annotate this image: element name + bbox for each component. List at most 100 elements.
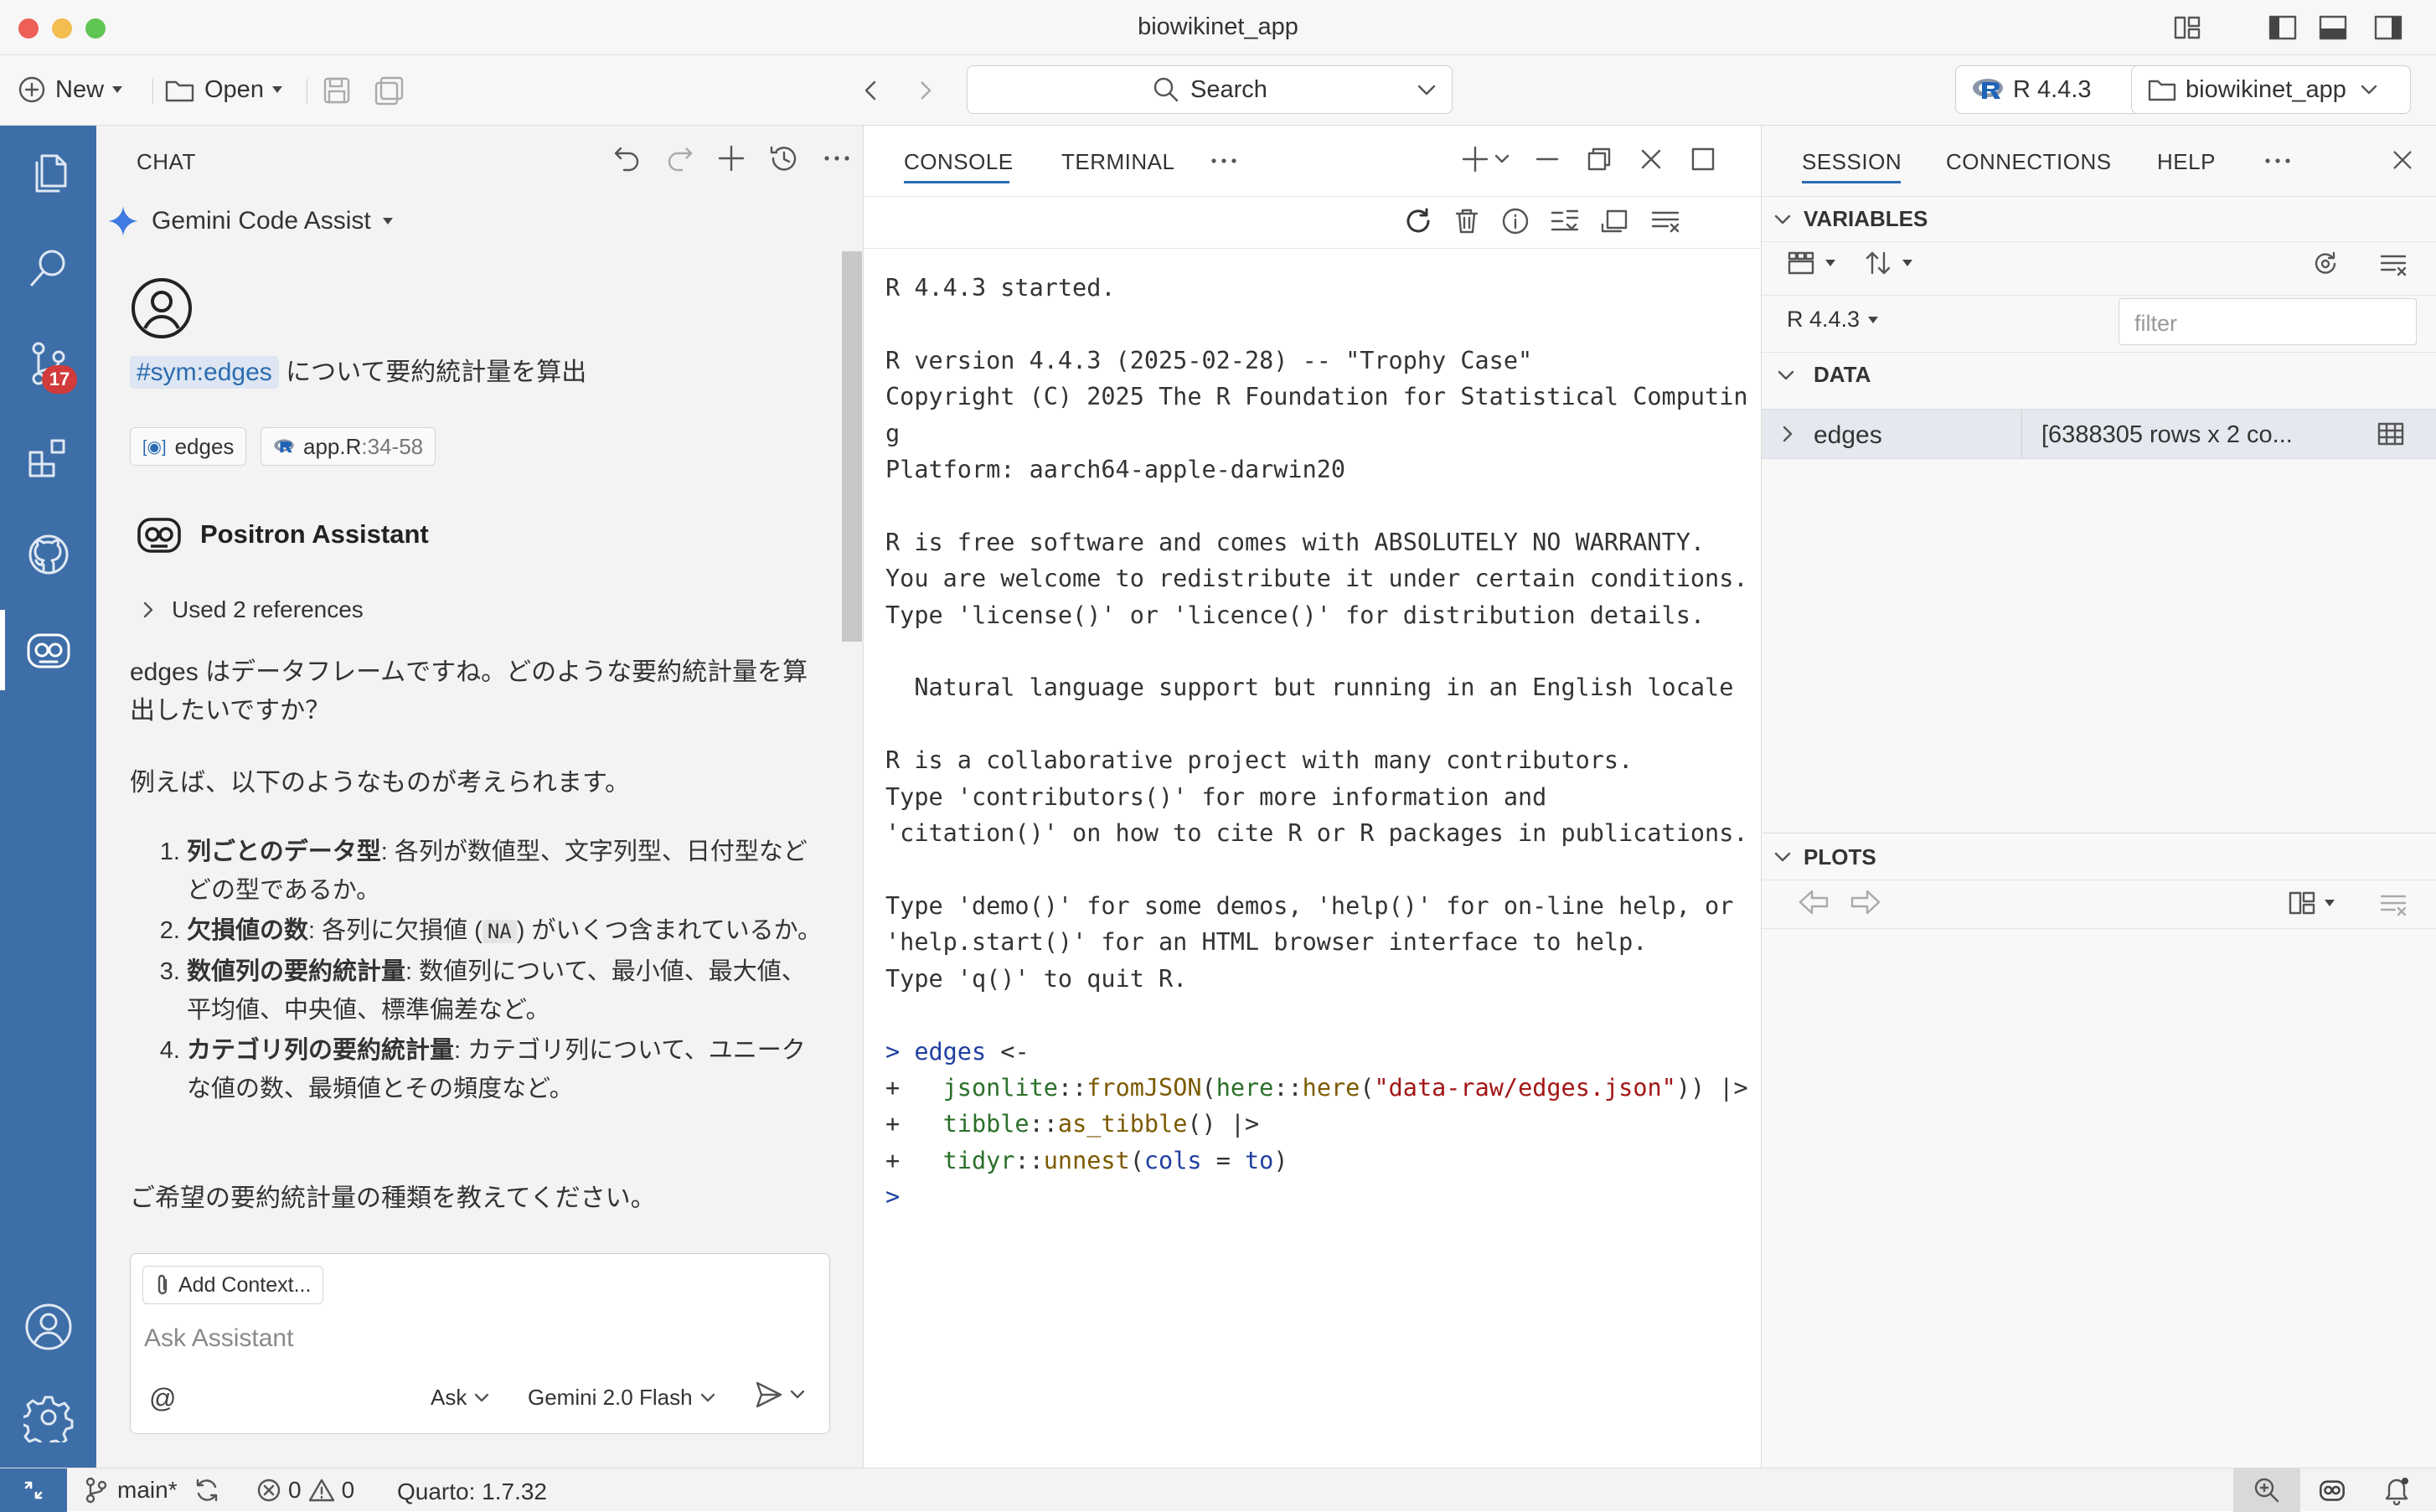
send-button[interactable] xyxy=(754,1380,806,1410)
add-context-button[interactable]: Add Context... xyxy=(142,1266,324,1304)
tab-console[interactable]: CONSOLE xyxy=(904,149,1014,175)
view-data-table-icon[interactable] xyxy=(2377,421,2405,446)
assistant-status-icon[interactable] xyxy=(2317,1477,2347,1504)
save-all-icon[interactable] xyxy=(374,75,405,106)
refresh-icon[interactable] xyxy=(2311,250,2340,278)
provider-selector[interactable]: Gemini Code Assist xyxy=(106,204,393,238)
clear-plots-icon[interactable] xyxy=(2378,890,2408,916)
model-selector[interactable]: Gemini 2.0 Flash xyxy=(528,1385,716,1411)
remote-indicator[interactable] xyxy=(0,1468,67,1512)
restore-icon[interactable] xyxy=(1584,144,1614,174)
redo-icon[interactable] xyxy=(664,143,694,173)
new-console-button[interactable] xyxy=(1460,144,1510,174)
remote-icon xyxy=(24,1481,43,1499)
r-interpreter-button[interactable]: R 4.4.3 xyxy=(1955,65,2141,114)
clear-variables-icon[interactable] xyxy=(2378,250,2408,278)
tab-session[interactable]: SESSION xyxy=(1802,149,1902,175)
mention-button[interactable]: @ xyxy=(149,1383,176,1414)
more-icon[interactable] xyxy=(2263,146,2293,176)
notifications-bell-icon[interactable] xyxy=(2382,1475,2411,1505)
next-plot-icon[interactable] xyxy=(1849,888,1882,916)
new-chat-plus-icon[interactable] xyxy=(716,143,746,173)
customize-layout-icon[interactable] xyxy=(2171,12,2203,44)
chevron-down-icon xyxy=(2325,900,2335,906)
group-by-button[interactable] xyxy=(1787,250,1835,276)
history-icon[interactable] xyxy=(768,142,800,174)
data-group-header[interactable]: DATA xyxy=(1777,362,1871,388)
restart-icon[interactable] xyxy=(1403,206,1433,236)
forward-icon[interactable] xyxy=(911,77,938,104)
layout-icon xyxy=(2289,891,2315,915)
search-icon[interactable] xyxy=(0,228,96,308)
quarto-version[interactable]: Quarto: 1.7.32 xyxy=(397,1478,547,1505)
command-search-box[interactable]: Search xyxy=(967,65,1453,114)
console-toolbar xyxy=(1403,206,1681,236)
clear-console-icon[interactable] xyxy=(1649,206,1681,236)
toolbar: New Open Search R 4.4.3 biowikinet_app xyxy=(0,55,2436,126)
variables-filter-input[interactable]: filter xyxy=(2119,298,2417,345)
project-button[interactable]: biowikinet_app xyxy=(2131,65,2411,114)
more-icon[interactable] xyxy=(1209,146,1239,176)
divider xyxy=(152,79,153,104)
back-icon[interactable] xyxy=(858,77,885,104)
sync-icon[interactable] xyxy=(193,1477,221,1504)
used-references-label: Used 2 references xyxy=(172,596,364,622)
save-icon[interactable] xyxy=(322,75,352,106)
zoom-button[interactable] xyxy=(2233,1468,2300,1512)
toggle-panel-icon[interactable] xyxy=(2317,12,2349,44)
previous-plot-icon[interactable] xyxy=(1797,888,1830,916)
tab-terminal[interactable]: TERMINAL xyxy=(1061,149,1174,175)
title-bar: biowikinet_app xyxy=(0,0,2436,55)
mode-label: Ask xyxy=(431,1385,467,1410)
plots-section-header[interactable]: PLOTS xyxy=(1762,834,2436,880)
chevron-down-icon xyxy=(1902,260,1912,266)
toggle-primary-sidebar-icon[interactable] xyxy=(2267,12,2299,44)
session-r-version-selector[interactable]: R 4.4.3 xyxy=(1787,307,1879,333)
variables-section-header[interactable]: VARIABLES xyxy=(1762,196,2436,241)
close-icon[interactable] xyxy=(2388,146,2417,174)
git-branch-status[interactable]: main* xyxy=(84,1477,221,1504)
sort-button[interactable] xyxy=(1864,250,1912,276)
list-item: 欠損値の数: 各列に欠損値 (NA) がいくつ含まれているか。 xyxy=(187,911,825,951)
variable-value: [6388305 rows x 2 co... xyxy=(2041,421,2293,448)
ask-assistant-input[interactable]: Ask Assistant xyxy=(144,1324,814,1353)
info-icon[interactable] xyxy=(1500,206,1530,236)
open-in-editor-icon[interactable] xyxy=(1599,206,1631,236)
list-item: 数値列の要約統計量: 数値列について、最小値、最大値、平均値、中央値、標準偏差な… xyxy=(187,952,825,1030)
github-icon[interactable] xyxy=(0,514,96,595)
variable-row-edges[interactable]: edges [6388305 rows x 2 co... xyxy=(1762,409,2436,459)
problems-status[interactable]: 0 0 xyxy=(256,1477,354,1504)
tab-help[interactable]: HELP xyxy=(2157,149,2216,175)
new-button[interactable]: New xyxy=(17,69,123,111)
symbol-reference[interactable]: #sym:edges xyxy=(130,356,279,389)
chevron-right-icon[interactable] xyxy=(1780,425,1795,443)
reference-range: :34-58 xyxy=(361,433,424,459)
active-tab-underline xyxy=(1802,181,1901,183)
assistant-icon[interactable] xyxy=(0,610,96,690)
toggle-secondary-sidebar-icon[interactable] xyxy=(2372,12,2404,44)
close-icon[interactable] xyxy=(1636,144,1666,174)
used-references-toggle[interactable]: Used 2 references xyxy=(140,596,364,623)
maximize-icon[interactable] xyxy=(1688,144,1718,174)
plot-layout-button[interactable] xyxy=(2288,890,2335,916)
chevron-down-icon xyxy=(790,1390,805,1399)
explorer-icon[interactable] xyxy=(0,132,96,213)
console-output: R 4.4.3 started. R version 4.4.3 (2025-0… xyxy=(885,270,1748,1215)
reference-chip-edges[interactable]: [◉] edges xyxy=(130,427,247,466)
chat-scrollbar[interactable] xyxy=(842,251,862,642)
undo-icon[interactable] xyxy=(612,143,643,173)
word-wrap-icon[interactable] xyxy=(1549,206,1581,236)
variable-name: edges xyxy=(1814,421,1882,449)
open-button[interactable]: Open xyxy=(164,69,282,111)
tab-connections[interactable]: CONNECTIONS xyxy=(1946,149,2112,175)
new-label: New xyxy=(55,75,105,103)
account-icon[interactable] xyxy=(0,1287,96,1367)
trash-icon[interactable] xyxy=(1452,206,1482,236)
more-icon[interactable] xyxy=(822,143,852,173)
minimize-icon[interactable] xyxy=(1532,144,1562,174)
extensions-icon[interactable] xyxy=(0,419,96,499)
settings-gear-icon[interactable] xyxy=(0,1377,96,1458)
reference-chip-app-r[interactable]: app.R:34-58 xyxy=(261,427,436,466)
activity-bar: 17 xyxy=(0,126,96,1468)
mode-selector[interactable]: Ask xyxy=(431,1385,490,1411)
